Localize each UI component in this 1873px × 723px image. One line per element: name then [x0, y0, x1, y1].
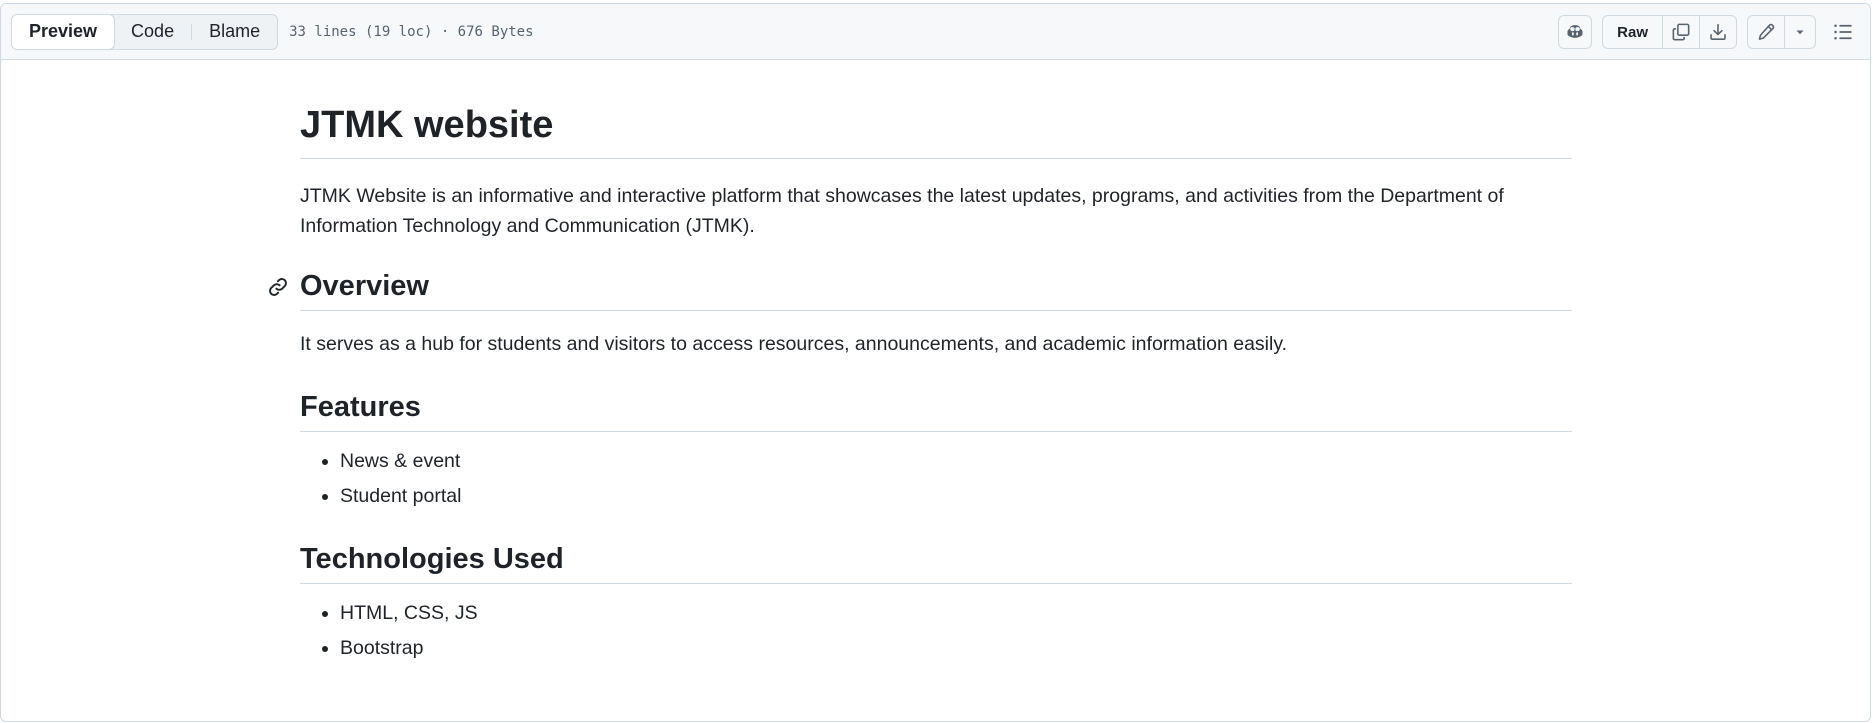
file-meta: 33 lines (19 loc) · 676 Bytes — [289, 23, 534, 40]
outline-button[interactable] — [1826, 15, 1860, 49]
copilot-icon — [1565, 22, 1585, 42]
raw-label: Raw — [1617, 23, 1648, 41]
raw-button[interactable]: Raw — [1603, 16, 1662, 48]
triangle-down-icon — [1794, 26, 1806, 38]
list-unordered-icon — [1833, 22, 1853, 42]
file-toolbar: Preview Code Blame 33 lines (19 loc) · 6… — [1, 4, 1870, 60]
overview-text: It serves as a hub for students and visi… — [300, 333, 1288, 355]
download-icon — [1709, 23, 1727, 41]
heading-features: Features — [300, 389, 1572, 432]
edit-group — [1747, 15, 1816, 49]
link-icon[interactable] — [267, 276, 289, 298]
list-item: HTML, CSS, JS — [340, 598, 1572, 628]
raw-copy-download-group: Raw — [1602, 15, 1737, 49]
download-button[interactable] — [1699, 16, 1736, 48]
list-item: News & event — [340, 446, 1572, 476]
file-actions: Raw — [1558, 4, 1860, 60]
heading-technologies: Technologies Used — [300, 541, 1572, 584]
technologies-list: HTML, CSS, JS Bootstrap — [300, 598, 1572, 663]
edit-options-dropdown[interactable] — [1784, 16, 1815, 48]
readme-intro: JTMK Website is an informative and inter… — [300, 185, 1504, 237]
list-item: Student portal — [340, 481, 1572, 511]
tab-code[interactable]: Code — [114, 15, 191, 49]
heading-overview: Overview — [269, 268, 1572, 311]
features-list: News & event Student portal — [300, 446, 1572, 511]
copilot-button[interactable] — [1558, 15, 1593, 49]
readme-title: JTMK website — [300, 60, 1572, 159]
view-mode-tabs: Preview Code Blame — [11, 13, 279, 50]
heading-overview-text: Overview — [300, 270, 429, 302]
list-item: Bootstrap — [340, 633, 1572, 663]
tab-blame[interactable]: Blame — [192, 15, 277, 49]
copy-icon — [1672, 23, 1690, 41]
tab-preview[interactable]: Preview — [11, 13, 116, 50]
readme-body: JTMK website JTMK Website is an informat… — [269, 60, 1572, 668]
copy-raw-button[interactable] — [1662, 16, 1699, 48]
file-viewer: Preview Code Blame 33 lines (19 loc) · 6… — [0, 3, 1871, 722]
pencil-icon — [1757, 23, 1775, 41]
edit-file-button[interactable] — [1748, 16, 1784, 48]
